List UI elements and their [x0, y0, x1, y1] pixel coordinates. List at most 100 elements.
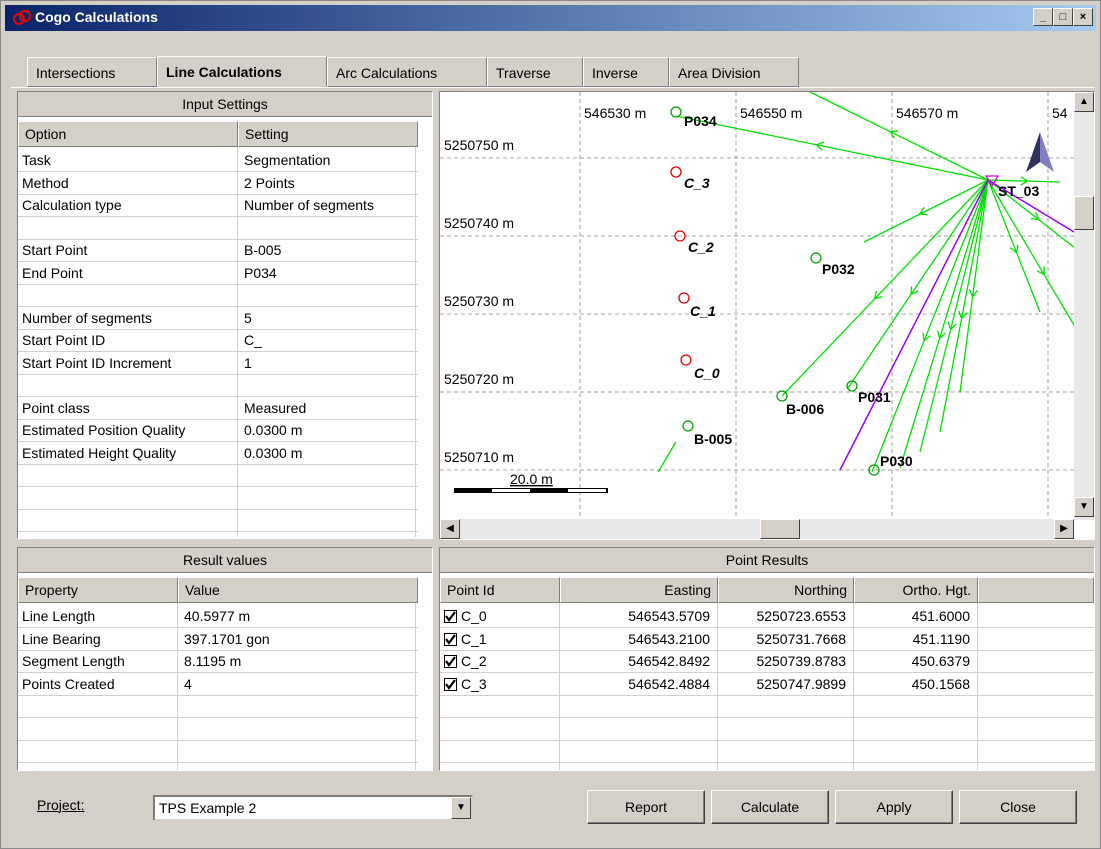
- title-bar[interactable]: Cogo Calculations _ □ ×: [5, 5, 1096, 31]
- tab-arc-calculations[interactable]: Arc Calculations: [327, 57, 487, 87]
- scroll-left-icon[interactable]: ◀: [440, 519, 460, 539]
- value-cell: 40.5977 m: [184, 608, 251, 624]
- apply-button[interactable]: Apply: [835, 790, 953, 824]
- vertical-scrollbar[interactable]: ▲ ▼: [1074, 92, 1094, 520]
- vertical-scroll-thumb[interactable]: [1074, 196, 1094, 230]
- cogo-window: Cogo Calculations _ □ × Intersections Li…: [0, 0, 1101, 849]
- tab-baseline: [11, 87, 1095, 88]
- horizontal-scroll-thumb[interactable]: [760, 519, 800, 539]
- col-value-header[interactable]: Value: [178, 577, 418, 603]
- col-easting-header[interactable]: Easting: [560, 577, 718, 603]
- row-checkbox[interactable]: [444, 677, 457, 691]
- survey-point-marker[interactable]: [670, 106, 682, 118]
- scale-bar-segment: [568, 489, 606, 492]
- point-id: C_0: [461, 608, 487, 624]
- maximize-button[interactable]: □: [1053, 8, 1073, 26]
- point-results-panel: Point Results Point Id Easting Northing …: [439, 547, 1095, 771]
- row-divider: [18, 694, 418, 696]
- option-cell: [22, 374, 232, 396]
- point-label: P034: [684, 113, 717, 129]
- tab-area-division[interactable]: Area Division: [669, 57, 799, 87]
- survey-point-marker[interactable]: [670, 166, 682, 178]
- survey-point-marker[interactable]: [680, 354, 692, 366]
- table-row[interactable]: C_0: [444, 605, 556, 627]
- easting-cell: 546543.5709: [628, 608, 710, 624]
- check-icon: [445, 656, 456, 667]
- option-cell: Start Point ID: [22, 332, 106, 348]
- observation-line: [675, 115, 989, 181]
- ortho-hgt-cell: 451.6000: [911, 608, 970, 624]
- scroll-right-icon[interactable]: ▶: [1054, 519, 1074, 539]
- scroll-down-icon[interactable]: ▼: [1074, 497, 1094, 517]
- tab-line-calculations[interactable]: Line Calculations: [157, 56, 327, 87]
- tab-inverse[interactable]: Inverse: [583, 57, 669, 87]
- col-ortho-hgt-header[interactable]: Ortho. Hgt.: [854, 577, 978, 603]
- point-label: C_1: [690, 303, 716, 319]
- chevron-down-icon[interactable]: ▼: [451, 797, 471, 819]
- tab-traverse[interactable]: Traverse: [487, 57, 583, 87]
- setting-cell: 5: [244, 309, 252, 326]
- northing-cell: 5250739.8783: [756, 653, 846, 669]
- survey-point-marker[interactable]: [682, 420, 694, 432]
- row-checkbox[interactable]: [444, 632, 457, 646]
- option-cell: Calculation type: [22, 197, 122, 213]
- row-checkbox[interactable]: [444, 655, 457, 668]
- col-setting-header[interactable]: Setting: [238, 121, 418, 147]
- table-row[interactable]: C_1: [444, 628, 556, 650]
- col-point-id-header[interactable]: Point Id: [440, 577, 560, 603]
- option-cell: Number of segments: [22, 309, 152, 326]
- point-label: C_3: [684, 175, 710, 191]
- row-checkbox[interactable]: [444, 610, 457, 623]
- report-button[interactable]: Report: [587, 790, 705, 824]
- option-cell: Method: [22, 174, 69, 191]
- setting-cell: 1: [244, 354, 252, 371]
- col-property-header[interactable]: Property: [18, 577, 178, 603]
- minimize-button[interactable]: _: [1033, 8, 1053, 26]
- row-divider: [440, 762, 1094, 763]
- input-settings-panel: Input Settings Option Setting Task Segmen…: [17, 91, 433, 539]
- table-row[interactable]: C_3: [444, 673, 556, 695]
- col-northing-header[interactable]: Northing: [718, 577, 854, 603]
- scroll-up-icon[interactable]: ▲: [1074, 92, 1094, 112]
- setting-cell: C_: [244, 332, 262, 348]
- window-title: Cogo Calculations: [35, 9, 158, 25]
- observation-line: [899, 179, 989, 469]
- row-divider: [440, 717, 1094, 718]
- project-select-value: TPS Example 2: [159, 800, 257, 816]
- horizontal-scrollbar[interactable]: ◀ ▶: [440, 519, 1074, 539]
- check-icon: [445, 633, 456, 645]
- bearing-line: [839, 179, 989, 471]
- observation-line: [863, 179, 989, 243]
- map-view[interactable]: 546530 m 546550 m 546570 m 54 5250750 m 52507…: [439, 91, 1095, 540]
- tab-intersections[interactable]: Intersections: [27, 57, 157, 87]
- close-window-button[interactable]: ×: [1073, 8, 1093, 26]
- project-select[interactable]: TPS Example 2 ▼: [153, 795, 473, 821]
- setting-cell: 0.0300 m: [244, 444, 303, 461]
- property-cell: Segment Length: [22, 653, 125, 669]
- calculate-button[interactable]: Calculate: [711, 790, 829, 824]
- survey-point-marker[interactable]: [810, 252, 822, 264]
- setting-cell: B-005: [244, 242, 282, 258]
- grid-line: [177, 603, 178, 770]
- col-option-header[interactable]: Option: [18, 121, 238, 147]
- northing-label: 5250720 m: [444, 371, 514, 387]
- map-canvas[interactable]: 546530 m 546550 m 546570 m 54 5250750 m 52507…: [440, 92, 1094, 539]
- point-label: B-005: [694, 431, 732, 447]
- easting-cell: 546543.2100: [628, 630, 710, 647]
- table-row[interactable]: C_2: [444, 650, 556, 672]
- observation-line: [959, 179, 989, 393]
- maximize-icon: □: [1059, 11, 1067, 23]
- minimize-icon: _: [1039, 11, 1047, 23]
- survey-point-marker[interactable]: [678, 292, 690, 304]
- observation-line: [781, 179, 989, 397]
- north-arrow-icon: [1026, 132, 1040, 172]
- row-divider: [440, 739, 1094, 741]
- northing-label: 5250710 m: [444, 449, 514, 465]
- close-button[interactable]: Close: [959, 790, 1077, 824]
- point-results-title: Point Results: [440, 548, 1094, 573]
- point-label: P032: [822, 261, 855, 277]
- setting-cell: 2 Points: [244, 174, 295, 191]
- observation-line: [657, 441, 677, 473]
- check-icon: [445, 611, 456, 622]
- row-divider: [440, 694, 1094, 696]
